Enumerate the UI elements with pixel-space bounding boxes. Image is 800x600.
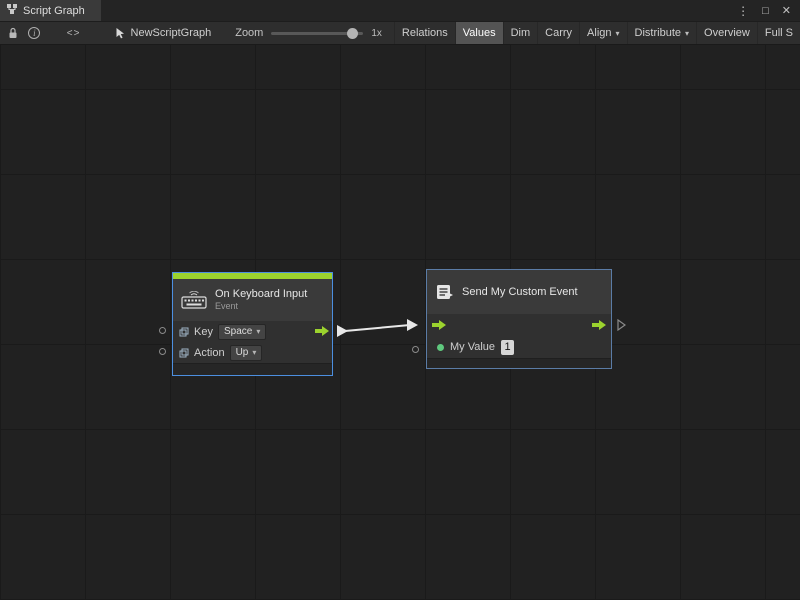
distribute-button[interactable]: Distribute▾ — [627, 21, 696, 45]
action-dropdown[interactable]: Up ▾ — [230, 345, 263, 361]
chevron-down-icon: ▾ — [256, 327, 260, 336]
node-footer — [427, 358, 611, 368]
close-button[interactable]: ✕ — [782, 4, 791, 17]
key-label: Key — [194, 326, 213, 338]
zoom-slider-handle[interactable] — [347, 28, 358, 39]
toolbar-buttons: Relations Values Dim Carry Align▾ Distri… — [394, 21, 800, 45]
object-port-icon — [179, 327, 189, 337]
key-port-row: Key Space ▾ — [173, 321, 332, 342]
flow-output-port[interactable] — [315, 326, 329, 336]
script-graph-window: Script Graph ⋮ □ ✕ i <> NewScriptGraph Z… — [0, 0, 800, 600]
key-input-port[interactable] — [159, 327, 166, 334]
script-graph-icon — [6, 3, 18, 18]
flow-continuation-port[interactable] — [617, 319, 626, 331]
maximize-button[interactable]: □ — [762, 5, 769, 17]
node-body: Key Space ▾ Action Up ▾ — [173, 321, 332, 363]
action-input-port[interactable] — [159, 348, 166, 355]
value-port-icon[interactable] — [437, 344, 444, 351]
edit-code-button[interactable]: <> — [65, 21, 83, 45]
chevron-down-icon: ▾ — [616, 29, 620, 38]
info-icon: i — [28, 27, 40, 39]
my-value-field[interactable]: 1 — [501, 340, 514, 355]
zoom-control: Zoom 1x — [235, 27, 382, 39]
node-title: Send My Custom Event — [462, 286, 578, 299]
chevron-down-icon: ▾ — [685, 29, 689, 38]
zoom-label: Zoom — [235, 27, 263, 39]
node-footer — [173, 363, 332, 375]
window-controls: ⋮ □ ✕ — [737, 0, 800, 21]
key-dropdown[interactable]: Space ▾ — [218, 324, 266, 340]
action-port-row: Action Up ▾ — [173, 342, 332, 363]
node-subtitle: Event — [215, 301, 307, 312]
graph-cursor-icon — [115, 27, 126, 39]
zoom-value: 1x — [371, 28, 382, 39]
tab-title: Script Graph — [23, 5, 85, 17]
action-label: Action — [194, 347, 225, 359]
node-header: On Keyboard Input Event — [173, 279, 332, 321]
values-button[interactable]: Values — [455, 21, 503, 45]
titlebar: Script Graph ⋮ □ ✕ — [0, 0, 800, 21]
custom-event-icon — [435, 283, 454, 302]
lock-button[interactable] — [7, 21, 20, 45]
graph-canvas[interactable]: On Keyboard Input Event Key Space ▾ — [0, 45, 800, 600]
dim-button[interactable]: Dim — [503, 21, 538, 45]
graph-name-label: NewScriptGraph — [131, 27, 212, 39]
node-header: Send My Custom Event — [427, 270, 611, 314]
align-button[interactable]: Align▾ — [579, 21, 626, 45]
node-titles: On Keyboard Input Event — [215, 288, 307, 312]
tab-script-graph[interactable]: Script Graph — [0, 0, 101, 21]
toolbar: i <> NewScriptGraph Zoom 1x Relations Va… — [0, 21, 800, 45]
info-button[interactable]: i — [28, 21, 41, 45]
flow-output-port[interactable] — [592, 320, 606, 330]
graph-name-button[interactable]: NewScriptGraph — [115, 27, 212, 39]
zoom-slider[interactable] — [271, 32, 363, 35]
kebab-menu-button[interactable]: ⋮ — [737, 4, 749, 18]
overview-button[interactable]: Overview — [696, 21, 757, 45]
node-title: On Keyboard Input — [215, 288, 307, 301]
carry-button[interactable]: Carry — [537, 21, 579, 45]
node-body: My Value 1 — [427, 314, 611, 358]
keyboard-icon — [181, 291, 207, 309]
chevron-down-icon: ▾ — [252, 348, 256, 357]
node-on-keyboard-input[interactable]: On Keyboard Input Event Key Space ▾ — [172, 272, 333, 376]
object-port-icon — [179, 348, 189, 358]
my-value-input-port[interactable] — [412, 346, 419, 353]
relations-button[interactable]: Relations — [394, 21, 455, 45]
lock-icon — [8, 27, 18, 39]
node-send-my-custom-event[interactable]: Send My Custom Event My Value 1 — [426, 269, 612, 369]
value-port-row: My Value 1 — [427, 336, 611, 358]
my-value-label: My Value — [450, 341, 495, 353]
flow-input-port[interactable] — [432, 320, 446, 330]
flow-port-row — [427, 314, 611, 336]
fullscreen-button[interactable]: Full S — [757, 21, 800, 45]
connection-wire[interactable] — [0, 45, 800, 600]
